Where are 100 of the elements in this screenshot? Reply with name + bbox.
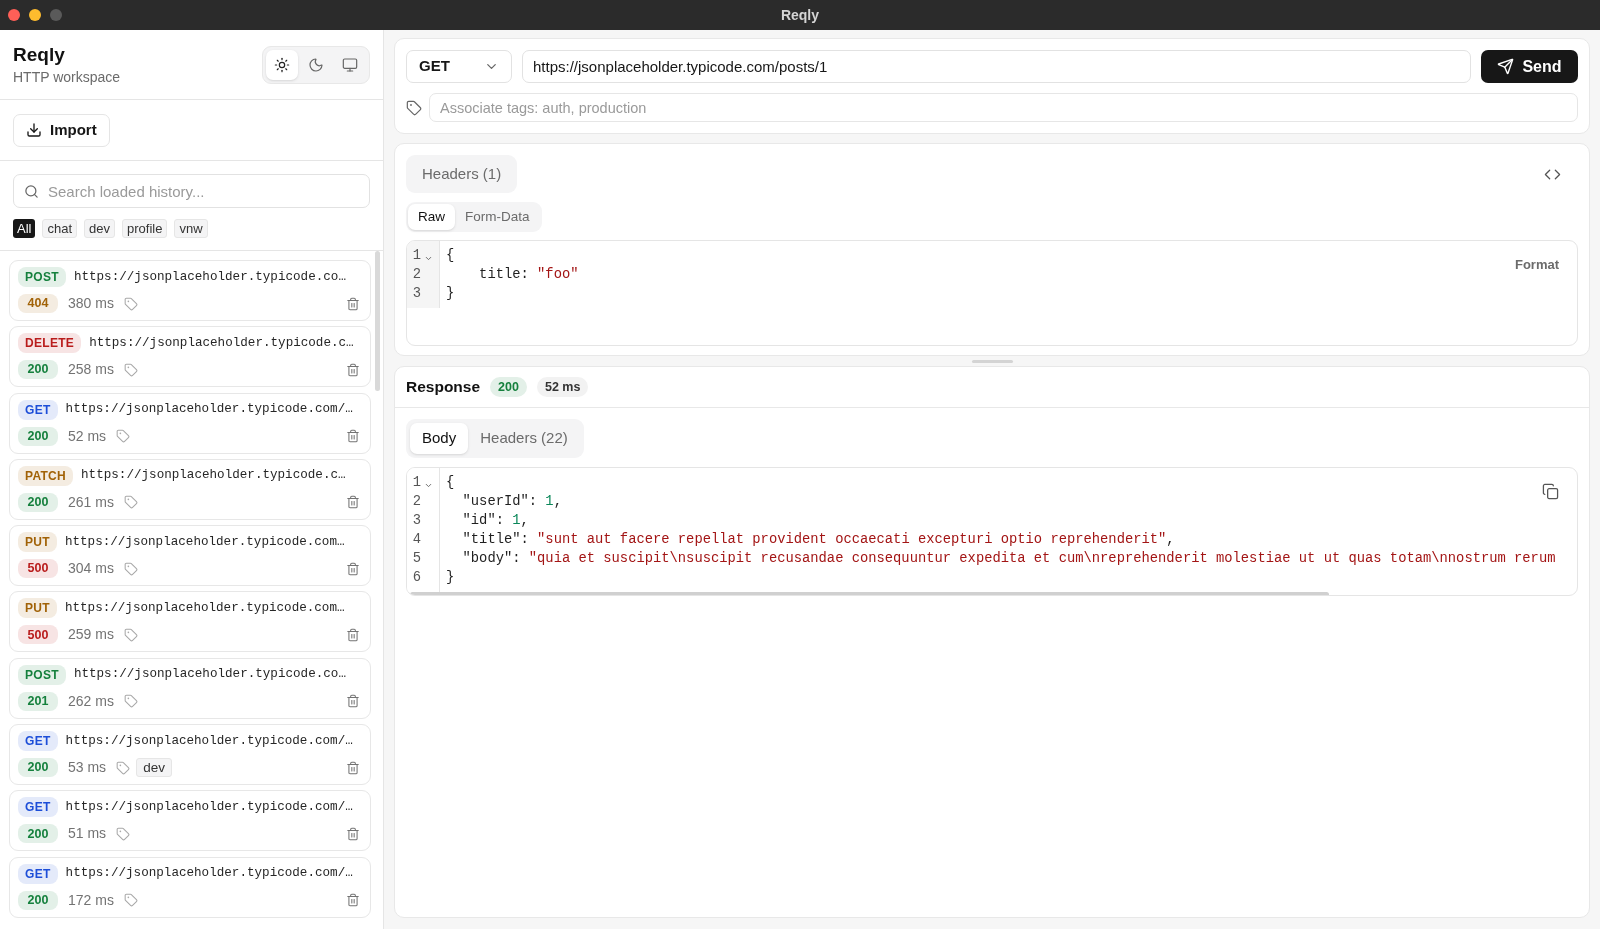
history-item[interactable]: PUT https://jsonplaceholder.typicode.com… 500 259 ms xyxy=(9,591,371,653)
scrollbar-thumb[interactable] xyxy=(374,251,380,391)
duration-text: 262 ms xyxy=(68,691,114,711)
code-line: { xyxy=(446,474,455,492)
code-line: "title": "sunt aut facere repellat provident occaecati excepturi optio reprehenderit", xyxy=(461,531,1175,549)
time-badge: 52 ms xyxy=(536,377,589,397)
paper-plane-icon xyxy=(1497,58,1515,75)
download-icon xyxy=(26,122,42,138)
moon-icon xyxy=(308,56,324,73)
url-input[interactable]: https://jsonplaceholder.typicode.com/posts/1 xyxy=(522,50,1471,83)
method-badge: PUT xyxy=(18,598,57,619)
duration-text: 304 ms xyxy=(68,559,114,579)
filter-chip[interactable]: dev xyxy=(84,219,115,238)
history-item[interactable]: DELETE https://jsonplaceholder.typicode.c… 200 258 ms xyxy=(9,326,371,388)
code-line: } xyxy=(446,569,455,587)
duration-text: 259 ms xyxy=(68,625,114,645)
line-number: 1 xyxy=(411,247,421,265)
search-icon xyxy=(24,184,39,199)
request-url: https://jsonplaceholder.typicode.co… xyxy=(73,666,346,684)
history-item[interactable]: PUT https://jsonplaceholder.typicode.com… 500 304 ms xyxy=(9,525,371,587)
filter-chip[interactable]: vnw xyxy=(174,219,208,238)
trash-icon[interactable] xyxy=(346,429,360,444)
request-url: https://jsonplaceholder.typicode.com… xyxy=(64,600,345,618)
method-badge: GET xyxy=(18,863,58,884)
search-field[interactable]: Search loaded history... xyxy=(13,174,370,208)
duration-text: 258 ms xyxy=(68,360,114,380)
history-item[interactable]: GET https://jsonplaceholder.typicode.com/… 200 53 ms dev xyxy=(9,724,371,786)
format-button[interactable]: Format xyxy=(1514,255,1559,275)
line-number: 1 xyxy=(411,474,421,492)
trash-icon[interactable] xyxy=(346,296,360,311)
request-url: https://jsonplaceholder.typicode.c… xyxy=(81,467,346,485)
duration-text: 52 ms xyxy=(68,426,107,446)
request-url: https://jsonplaceholder.typicode.c… xyxy=(89,334,354,352)
trash-icon[interactable] xyxy=(346,760,360,775)
method-badge: PUT xyxy=(18,532,57,553)
tab[interactable]: Form-Data xyxy=(455,204,540,230)
code-line: "id": 1, xyxy=(461,512,529,530)
tags-input[interactable]: Associate tags: auth, production xyxy=(429,93,1578,122)
tab[interactable]: Headers (22) xyxy=(468,423,580,454)
request-url: https://jsonplaceholder.typicode.com/… xyxy=(65,798,353,816)
code-editor[interactable]: 1 2 3 { title: "foo" } Format xyxy=(406,240,1578,346)
resize-handle[interactable] xyxy=(971,359,1013,363)
tab[interactable]: Raw xyxy=(408,204,455,230)
trash-icon[interactable] xyxy=(346,826,360,841)
history-item[interactable]: PATCH https://jsonplaceholder.typicode.c… 200 261 ms xyxy=(9,458,371,520)
filter-chip[interactable]: All xyxy=(13,219,36,238)
import-button[interactable]: Import xyxy=(13,113,110,147)
method-badge: POST xyxy=(18,267,66,287)
code-line: "userId": 1, xyxy=(461,493,562,511)
monitor-icon xyxy=(342,56,358,73)
method-badge: PATCH xyxy=(18,465,74,486)
send-button[interactable]: Send xyxy=(1481,50,1578,83)
app-title: Reqly xyxy=(13,43,66,66)
line-number: 2 xyxy=(411,493,421,511)
trash-icon[interactable] xyxy=(346,694,360,709)
history-item[interactable]: POST https://jsonplaceholder.typicode.co… 201 262 ms xyxy=(9,657,371,719)
tag-chip: dev xyxy=(136,758,172,778)
window-minimize-icon[interactable] xyxy=(29,9,41,21)
method-badge: GET xyxy=(18,797,58,818)
trash-icon[interactable] xyxy=(346,893,360,908)
method-select[interactable]: GET xyxy=(406,50,512,83)
duration-text: 53 ms xyxy=(68,758,107,778)
code-editor[interactable] xyxy=(406,467,1578,596)
status-badge: 200 xyxy=(18,492,58,512)
tab[interactable]: Headers (1) xyxy=(410,159,514,189)
trash-icon[interactable] xyxy=(346,561,360,576)
duration-text: 51 ms xyxy=(68,824,107,844)
duration-text: 380 ms xyxy=(68,294,114,313)
status-badge: 200 xyxy=(490,377,527,397)
request-url: https://jsonplaceholder.typicode.com/… xyxy=(65,401,353,419)
line-number: 3 xyxy=(411,285,421,303)
app-subtitle: HTTP workspace xyxy=(13,68,121,86)
theme-toggle[interactable] xyxy=(266,49,298,80)
tab[interactable]: Body xyxy=(410,423,469,454)
history-item[interactable]: GET https://jsonplaceholder.typicode.com/… 200 172 ms xyxy=(9,856,371,918)
window-close-icon[interactable] xyxy=(8,9,20,21)
filter-chip[interactable]: profile xyxy=(122,219,168,238)
line-number: 6 xyxy=(411,569,421,587)
status-badge: 200 xyxy=(18,824,58,844)
filter-chip[interactable]: chat xyxy=(42,219,78,238)
trash-icon[interactable] xyxy=(346,495,360,510)
trash-icon[interactable] xyxy=(346,362,360,377)
history-item[interactable]: GET https://jsonplaceholder.typicode.com/… 200 51 ms xyxy=(9,790,371,852)
code-line: "body": "quia et suscipit\nsuscipit recusandae consequuntur expedita et cum\nreprehenderit molestiae ut ut quas totam\nnostrum rerum xyxy=(461,550,1556,568)
status-badge: 200 xyxy=(18,360,58,380)
history-item[interactable]: POST https://jsonplaceholder.typicode.co… 404 380 ms xyxy=(9,260,371,321)
trash-icon[interactable] xyxy=(346,628,360,642)
status-badge: 200 xyxy=(18,426,58,446)
status-badge: 201 xyxy=(18,691,58,711)
method-badge: GET xyxy=(18,399,58,420)
window-title: Reqly xyxy=(780,5,820,25)
history-item[interactable]: GET https://jsonplaceholder.typicode.com/… 200 52 ms xyxy=(9,392,371,454)
copy-icon[interactable] xyxy=(1542,483,1559,500)
status-badge: 200 xyxy=(18,758,58,778)
code-line: { xyxy=(446,247,455,265)
sun-icon xyxy=(274,56,290,73)
request-url: https://jsonplaceholder.typicode.com/… xyxy=(65,732,353,750)
status-badge: 404 xyxy=(18,294,58,313)
request-url: https://jsonplaceholder.typicode.com/… xyxy=(65,865,353,883)
status-badge: 500 xyxy=(18,625,58,645)
